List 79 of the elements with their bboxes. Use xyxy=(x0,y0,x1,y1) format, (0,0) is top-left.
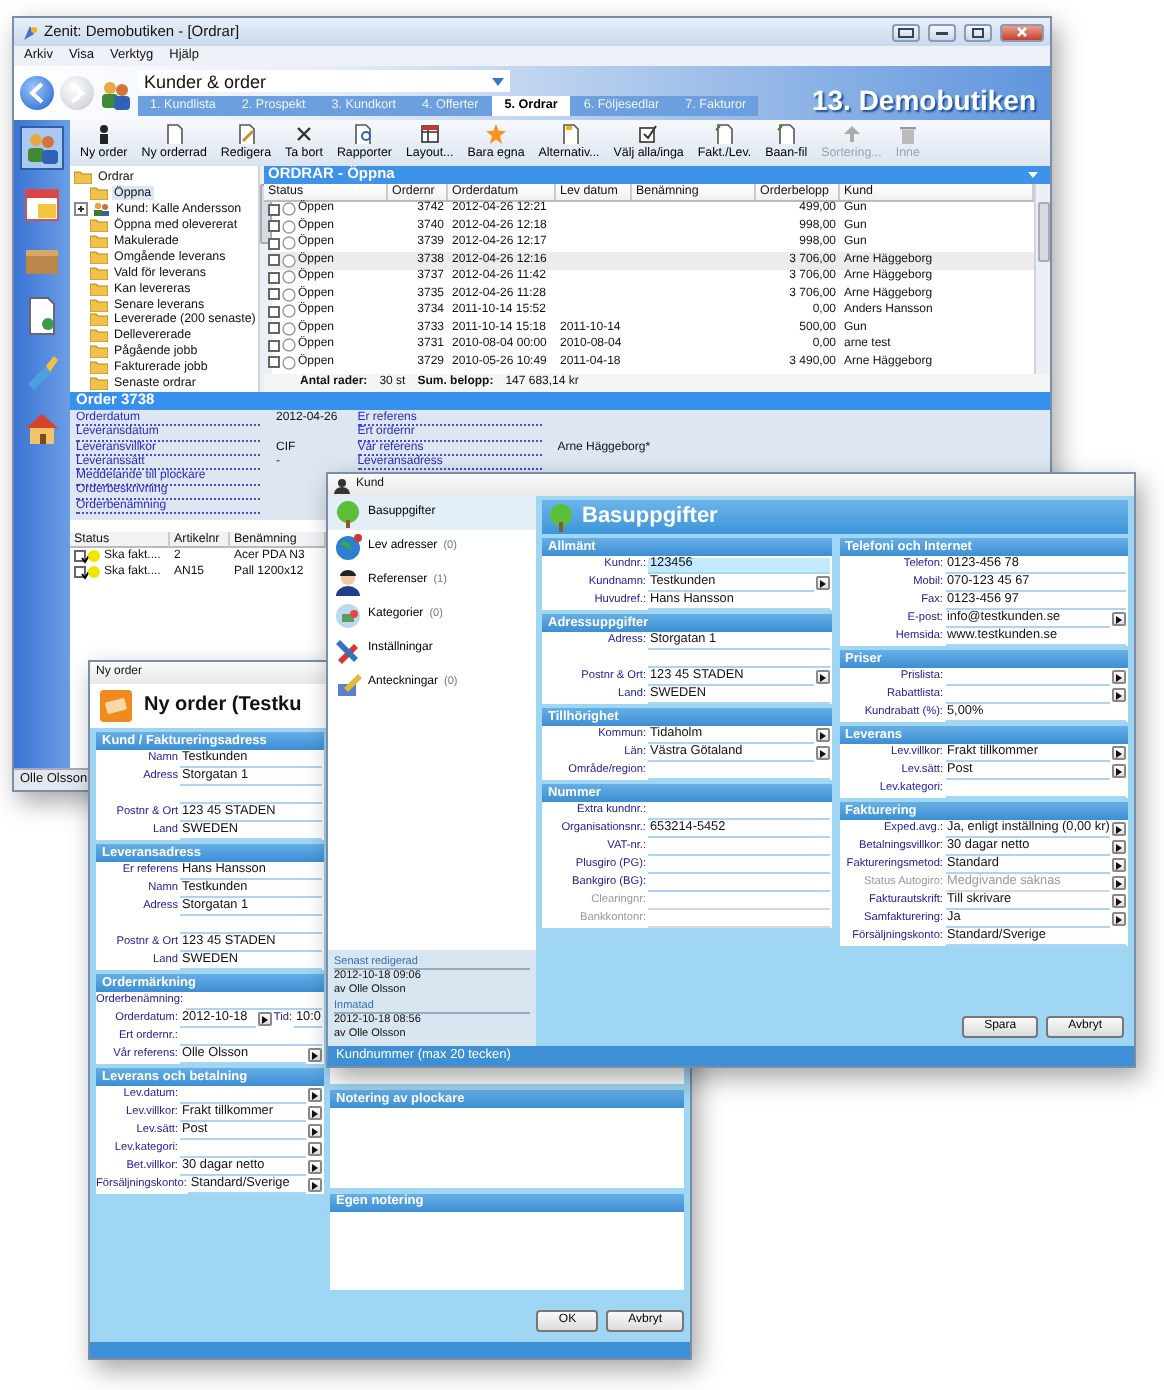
maximize-button[interactable] xyxy=(964,23,992,41)
notes-field[interactable] xyxy=(330,1068,684,1084)
row-checkbox[interactable] xyxy=(268,203,280,216)
picker-button[interactable] xyxy=(1112,746,1126,760)
picker-button[interactable] xyxy=(815,576,829,590)
picker-button[interactable] xyxy=(1112,612,1126,626)
picker-button[interactable] xyxy=(1112,894,1126,908)
document-icon xyxy=(164,124,185,145)
tree-icon xyxy=(334,499,362,527)
checkbox-icon xyxy=(638,124,659,145)
picker-button[interactable] xyxy=(1112,822,1126,836)
back-button[interactable] xyxy=(20,76,54,110)
tools-icon xyxy=(334,635,362,663)
document-icon xyxy=(714,124,735,145)
close-icon xyxy=(293,124,314,145)
picker-button[interactable] xyxy=(1112,764,1126,778)
picker-button[interactable] xyxy=(308,1088,322,1102)
person-icon xyxy=(334,567,362,595)
minimize-button[interactable] xyxy=(928,23,956,41)
picker-button[interactable] xyxy=(815,746,829,760)
people-icon xyxy=(100,77,132,109)
row-checkbox[interactable] xyxy=(74,550,86,563)
dialog-heading: Basuppgifter xyxy=(582,504,718,530)
row-checkbox[interactable] xyxy=(268,237,280,250)
picker-button[interactable] xyxy=(257,1012,272,1026)
picker-button[interactable] xyxy=(308,1142,322,1156)
picker-button[interactable] xyxy=(1112,858,1126,872)
order-icon xyxy=(98,688,134,724)
picker-button[interactable] xyxy=(308,1160,322,1174)
row-checkbox[interactable] xyxy=(268,305,280,318)
category-icon xyxy=(334,601,362,629)
row-checkbox[interactable] xyxy=(268,254,280,267)
row-checkbox[interactable] xyxy=(268,356,280,369)
table-icon xyxy=(419,124,440,145)
person-icon xyxy=(334,477,350,493)
app-icon xyxy=(20,23,38,41)
picker-button[interactable] xyxy=(1112,670,1126,684)
row-checkbox[interactable] xyxy=(268,220,280,233)
document-icon xyxy=(776,124,797,145)
tree-icon xyxy=(548,503,574,531)
picker-button[interactable] xyxy=(815,670,829,684)
sidebar-button[interactable] xyxy=(20,126,64,170)
dialog-heading: Ny order (Testku xyxy=(144,694,302,718)
restore-icon xyxy=(898,27,914,37)
row-checkbox[interactable] xyxy=(268,288,280,301)
picker-button[interactable] xyxy=(815,728,829,742)
company-name: 13. Demobutiken xyxy=(811,83,1038,116)
dropdown[interactable]: Kunder & order xyxy=(138,70,510,93)
house-icon xyxy=(22,408,62,448)
trash-icon xyxy=(897,124,918,145)
picker-button[interactable] xyxy=(1112,912,1126,926)
picker-button[interactable] xyxy=(308,1124,322,1138)
row-checkbox[interactable] xyxy=(268,271,280,284)
caret-icon xyxy=(492,77,504,86)
arrow-icon xyxy=(841,124,862,145)
row-checkbox[interactable] xyxy=(268,322,280,335)
minimize-icon xyxy=(936,28,948,36)
pencil-icon xyxy=(334,669,362,697)
calendar-icon xyxy=(22,184,62,224)
globe-icon xyxy=(334,533,362,561)
picker-button[interactable] xyxy=(308,1106,322,1120)
close-icon xyxy=(1016,26,1028,38)
people-icon xyxy=(92,202,110,217)
picker-button[interactable] xyxy=(308,1048,322,1062)
row-checkbox[interactable] xyxy=(268,339,280,352)
picker-button[interactable] xyxy=(308,1178,322,1192)
document-icon xyxy=(559,124,580,145)
close-button[interactable] xyxy=(1000,23,1044,41)
star-icon xyxy=(486,124,506,145)
picker-button[interactable] xyxy=(1112,840,1126,854)
caret-icon xyxy=(1028,172,1038,178)
people-icon xyxy=(22,128,62,168)
report-icon xyxy=(354,124,375,145)
picker-button[interactable] xyxy=(1112,688,1126,702)
pencil-icon xyxy=(235,124,256,145)
expand-icon[interactable] xyxy=(74,202,88,217)
maximize-icon xyxy=(972,27,984,37)
restore-button[interactable] xyxy=(892,23,920,41)
scrollbar[interactable] xyxy=(1034,184,1050,374)
